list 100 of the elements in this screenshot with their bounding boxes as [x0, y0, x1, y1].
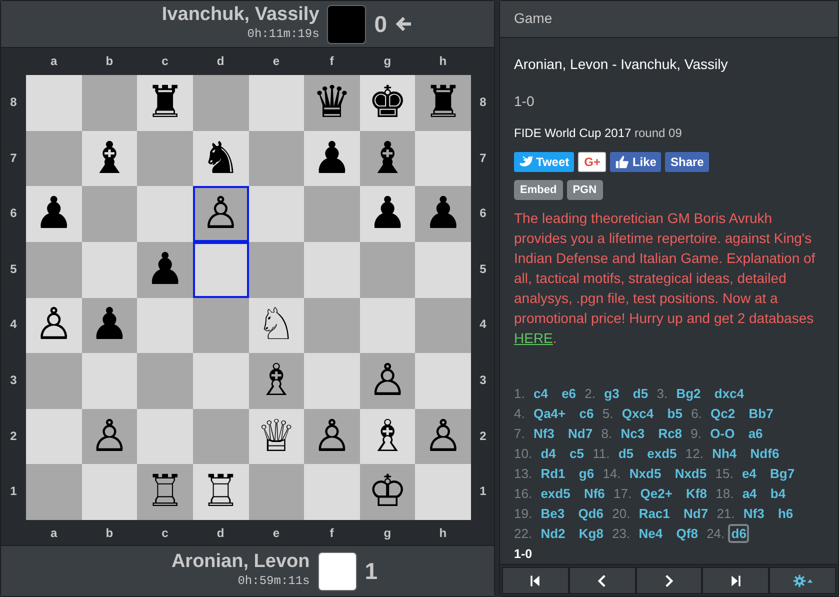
move-link[interactable]: Rc8 — [653, 424, 688, 444]
board-square[interactable] — [304, 464, 360, 520]
chess-piece[interactable]: ♟ — [34, 192, 74, 236]
move-link[interactable]: Nh4 — [707, 444, 742, 464]
board-square[interactable]: ♟ — [26, 186, 82, 242]
board-square[interactable] — [192, 75, 248, 131]
board-square[interactable]: ♘ — [248, 298, 304, 354]
chess-piece[interactable]: ♙ — [312, 414, 352, 459]
chess-piece[interactable]: ♟ — [90, 303, 130, 348]
board-square[interactable] — [415, 353, 471, 409]
board-square[interactable] — [248, 130, 304, 186]
move-link[interactable]: d4 — [536, 444, 561, 464]
board-square[interactable] — [82, 242, 138, 298]
move-link[interactable]: c6 — [574, 404, 599, 424]
chess-piece[interactable]: ♙ — [423, 414, 463, 459]
tag-button[interactable]: PGN — [566, 180, 603, 200]
board-square[interactable]: ♜ — [415, 75, 471, 131]
board-square[interactable] — [26, 353, 82, 409]
move-link[interactable]: d5 — [613, 444, 638, 464]
board-square[interactable] — [192, 408, 248, 464]
move-link[interactable]: c5 — [564, 444, 589, 464]
chess-piece[interactable]: ♙ — [34, 303, 74, 348]
board-square[interactable] — [82, 186, 138, 242]
move-link[interactable]: e4 — [736, 464, 762, 484]
chess-piece[interactable]: ♞ — [200, 136, 240, 181]
board-square[interactable] — [415, 464, 471, 520]
move-link[interactable]: Nc3 — [616, 424, 650, 444]
move-link[interactable]: Nd7 — [678, 504, 714, 524]
chess-piece[interactable]: ♛ — [312, 80, 352, 125]
chess-piece[interactable]: ♟ — [423, 192, 463, 236]
chess-piece[interactable]: ♟ — [312, 136, 352, 181]
board-square[interactable]: ♙ — [26, 298, 82, 354]
board-square[interactable] — [415, 242, 471, 298]
move-link[interactable]: Qf8 — [671, 524, 703, 544]
board-square[interactable] — [26, 408, 82, 464]
board-square[interactable] — [415, 298, 471, 354]
board-square[interactable]: ♗ — [248, 353, 304, 409]
chess-piece[interactable]: ♙ — [368, 359, 408, 404]
board-square[interactable] — [82, 464, 138, 520]
move-link[interactable]: Rac1 — [634, 504, 675, 524]
board-square[interactable] — [248, 75, 304, 131]
board-square[interactable] — [304, 186, 360, 242]
chess-piece[interactable]: ♕ — [256, 414, 296, 459]
board-square[interactable]: ♟ — [360, 186, 416, 242]
last-button[interactable] — [702, 567, 770, 594]
board-square[interactable]: ♞ — [192, 130, 248, 186]
board-square[interactable] — [304, 353, 360, 409]
chess-piece[interactable]: ♔ — [368, 470, 408, 514]
move-link[interactable]: e6 — [556, 384, 582, 404]
move-link[interactable]: Kg8 — [574, 524, 608, 544]
move-link[interactable]: Nf3 — [528, 424, 560, 444]
like-button[interactable]: Like — [610, 152, 662, 172]
move-link[interactable]: Qxc4 — [616, 404, 659, 424]
move-link[interactable]: a6 — [743, 424, 768, 444]
board-square[interactable]: ♝ — [82, 130, 138, 186]
move-link[interactable]: Be3 — [536, 504, 570, 524]
highlighted-square[interactable] — [192, 242, 248, 298]
board-square[interactable]: ♟ — [304, 130, 360, 186]
board-square[interactable]: ♙ — [304, 408, 360, 464]
chess-piece[interactable]: ♜ — [423, 80, 463, 125]
chess-piece[interactable]: ♙ — [200, 192, 240, 236]
board-square[interactable] — [137, 408, 193, 464]
chess-piece[interactable]: ♖ — [200, 470, 240, 514]
board-square[interactable]: ♟ — [82, 298, 138, 354]
board-square[interactable]: ♖ — [137, 464, 193, 520]
prev-button[interactable] — [568, 567, 636, 594]
chess-piece[interactable]: ♗ — [368, 414, 408, 459]
move-link[interactable]: g3 — [599, 384, 624, 404]
move-link[interactable]: Rd1 — [536, 464, 570, 484]
board-square[interactable] — [137, 130, 193, 186]
share-button[interactable]: Share — [665, 152, 709, 172]
move-link[interactable]: Nd7 — [563, 424, 598, 444]
move-link[interactable]: Nd2 — [536, 524, 570, 544]
move-link[interactable]: Qc2 — [706, 404, 740, 424]
move-link[interactable]: Qa4+ — [528, 404, 571, 424]
board-square[interactable] — [360, 242, 416, 298]
board-square[interactable] — [415, 130, 471, 186]
board-square[interactable]: ♙ — [415, 408, 471, 464]
move-link[interactable]: g6 — [574, 464, 600, 484]
board-square[interactable]: ♔ — [360, 464, 416, 520]
chess-piece[interactable]: ♟ — [145, 248, 185, 292]
board-square[interactable]: ♟ — [415, 186, 471, 242]
board-square[interactable]: ♚ — [360, 75, 416, 131]
move-link[interactable]: Qe2+ — [635, 484, 678, 504]
board-square[interactable] — [304, 298, 360, 354]
move-link[interactable]: exd5 — [536, 484, 576, 504]
move-link[interactable]: d5 — [628, 384, 654, 404]
board-square[interactable] — [192, 353, 248, 409]
board-square[interactable] — [248, 464, 304, 520]
next-button[interactable] — [636, 567, 702, 594]
chess-piece[interactable]: ♗ — [256, 359, 296, 404]
move-link[interactable]: exd5 — [642, 444, 682, 464]
move-link[interactable]: Ndf6 — [745, 444, 784, 464]
highlighted-square[interactable]: ♙ — [192, 186, 248, 242]
board-square[interactable] — [82, 75, 138, 131]
move-link[interactable]: b4 — [765, 484, 791, 504]
move-link[interactable]: dxc4 — [709, 384, 750, 404]
move-link[interactable]: a4 — [737, 484, 762, 504]
board-square[interactable]: ♖ — [192, 464, 248, 520]
board-square[interactable] — [137, 353, 193, 409]
